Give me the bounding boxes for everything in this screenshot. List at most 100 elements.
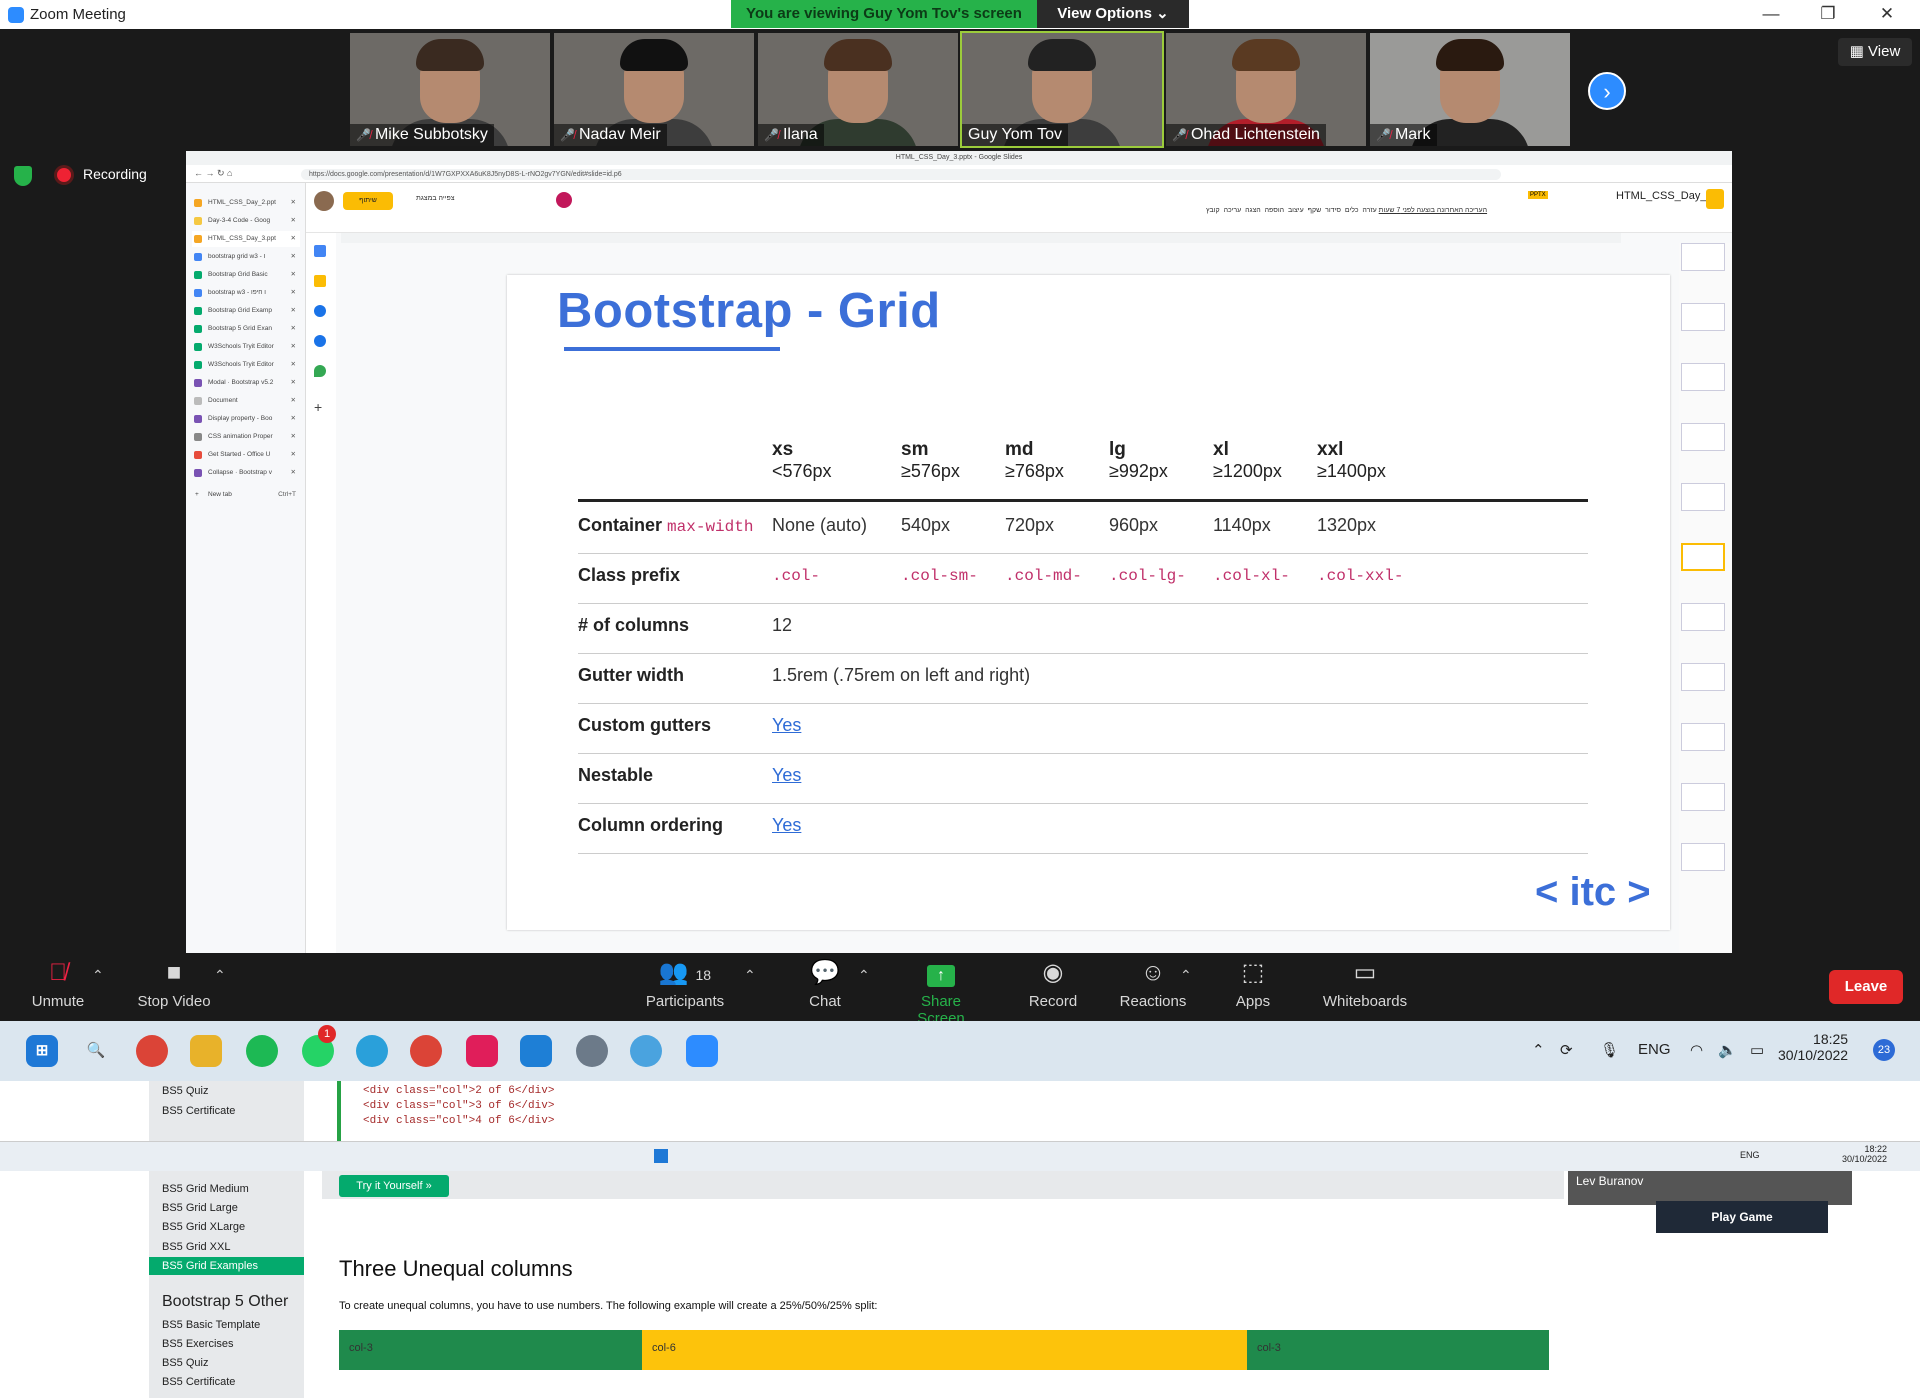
zoom-taskbar-icon[interactable] — [686, 1035, 718, 1067]
contacts-icon[interactable] — [314, 335, 326, 347]
slide-thumbnail[interactable] — [1681, 723, 1725, 751]
vscode-icon[interactable] — [520, 1035, 552, 1067]
reactions-button[interactable]: ☺ Reactions — [1118, 953, 1188, 1010]
browser-tab[interactable]: CSS animation Proper ✕ — [192, 429, 300, 445]
nav-arrows-icon[interactable]: ← → ↻ ⌂ — [194, 168, 232, 179]
browser-tab[interactable]: Collapse · Bootstrap v ✕ — [192, 465, 300, 481]
whiteboards-button[interactable]: ▭ Whiteboards — [1318, 953, 1412, 1010]
nav-link[interactable]: BS5 Grid XLarge — [162, 1221, 245, 1233]
nav-link[interactable]: BS5 Certificate — [162, 1376, 235, 1388]
video-tile[interactable]: 🎤̸ Mark — [1370, 33, 1570, 146]
close-button[interactable]: ✕ — [1872, 4, 1902, 24]
add-addon-icon[interactable]: + — [314, 399, 322, 415]
browser-tab[interactable]: HTML_CSS_Day_2.ppt ✕ — [192, 195, 300, 211]
reactions-chevron-icon[interactable]: ⌃ — [1180, 967, 1192, 984]
chat-button[interactable]: 💬 Chat — [800, 953, 850, 1010]
chrome-icon[interactable] — [136, 1035, 168, 1067]
stop-video-button[interactable]: ■ Stop Video — [134, 953, 214, 1010]
slide-thumbnail-selected[interactable] — [1681, 543, 1725, 571]
url-input[interactable]: https://docs.google.com/presentation/d/1… — [301, 169, 1501, 180]
chrome-profile-icon[interactable] — [410, 1035, 442, 1067]
minimize-button[interactable]: — — [1756, 4, 1786, 24]
slide-thumbnail[interactable] — [1681, 783, 1725, 811]
share-screen-button[interactable]: ↑ Share Screen — [896, 953, 986, 1027]
browser-tab[interactable]: W3Schools Tryit Editor ✕ — [192, 357, 300, 373]
avatar[interactable] — [314, 191, 334, 211]
telegram-icon[interactable] — [356, 1035, 388, 1067]
browser-tab[interactable]: Document ✕ — [192, 393, 300, 409]
volume-icon[interactable]: 🔈 — [1718, 1041, 1737, 1059]
play-game-button[interactable]: Play Game — [1656, 1201, 1828, 1233]
browser-tab-active[interactable]: HTML_CSS_Day_3.ppt ✕ — [192, 231, 300, 247]
microphone-icon[interactable]: 🎙 — [1600, 1041, 1619, 1059]
video-tile[interactable]: 🎤̸ Ohad Lichtenstein — [1166, 33, 1366, 146]
slide-thumbnail[interactable] — [1681, 483, 1725, 511]
slide-thumbnail[interactable] — [1681, 303, 1725, 331]
spotify-icon[interactable] — [246, 1035, 278, 1067]
battery-icon[interactable]: ▭ — [1750, 1041, 1764, 1059]
nav-link-active[interactable]: BS5 Grid Examples — [162, 1260, 258, 1272]
shield-icon[interactable] — [14, 166, 32, 186]
browser-tab[interactable]: bootstrap grid w3 - ו ✕ — [192, 249, 300, 265]
chat-chevron-icon[interactable]: ⌃ — [858, 967, 870, 984]
view-options-button[interactable]: View Options ⌄ — [1037, 0, 1189, 28]
browser-tab[interactable]: Bootstrap Grid Basic ✕ — [192, 267, 300, 283]
slide-thumbnail[interactable] — [1681, 663, 1725, 691]
nav-link[interactable]: BS5 Grid Medium — [162, 1183, 249, 1195]
restore-button[interactable]: ❐ — [1813, 4, 1843, 24]
browser-tab[interactable]: Display property - Boo ✕ — [192, 411, 300, 427]
notifications-badge[interactable]: 23 — [1873, 1039, 1895, 1061]
search-icon[interactable]: 🔍 — [80, 1035, 112, 1067]
nav-link[interactable]: BS5 Exercises — [162, 1338, 234, 1350]
browser-tab[interactable]: bootstrap w3 - ו חיפו ✕ — [192, 285, 300, 301]
share-button[interactable]: שיתוף — [343, 192, 393, 210]
tasks-icon[interactable] — [314, 305, 326, 317]
maps-icon[interactable] — [314, 365, 326, 377]
keep-icon[interactable] — [314, 275, 326, 287]
nav-link[interactable]: BS5 Grid Large — [162, 1202, 238, 1214]
custom-gutters-link[interactable]: Yes — [772, 715, 801, 736]
tray-chevron-icon[interactable]: ⌃ — [1532, 1041, 1545, 1059]
participants-button[interactable]: 👥 18 Participants — [640, 953, 730, 1010]
audio-options-chevron-icon[interactable]: ⌃ — [92, 967, 104, 984]
browser-tab[interactable]: Day-3-4 Code - Goog ✕ — [192, 213, 300, 229]
settings-gear-icon[interactable] — [576, 1035, 608, 1067]
browser-tab[interactable]: Bootstrap Grid Examp ✕ — [192, 303, 300, 319]
try-it-yourself-button[interactable]: Try it Yourself » — [339, 1175, 449, 1197]
nav-link[interactable]: BS5 Quiz — [162, 1085, 208, 1097]
slide-thumbnail[interactable] — [1681, 603, 1725, 631]
browser-tab[interactable]: Get Started - Office U ✕ — [192, 447, 300, 463]
file-explorer-icon[interactable] — [190, 1035, 222, 1067]
record-button[interactable]: ◉ Record — [1026, 953, 1080, 1010]
present-button[interactable]: צפייה במצגת — [416, 195, 455, 202]
nav-link[interactable]: BS5 Grid XXL — [162, 1241, 230, 1253]
slide-thumbnail[interactable] — [1681, 843, 1725, 871]
unmute-button[interactable]: 🎙̸ Unmute — [28, 953, 88, 1010]
language-indicator[interactable]: ENG — [1638, 1041, 1671, 1058]
participants-chevron-icon[interactable]: ⌃ — [744, 967, 756, 984]
slide-thumbnail[interactable] — [1681, 243, 1725, 271]
slide-canvas[interactable]: Bootstrap - Grid xs <576px sm ≥576px md ≥76… — [507, 275, 1670, 930]
video-tile-active-speaker[interactable]: Guy Yom Tov — [960, 31, 1164, 148]
video-tile[interactable]: 🎤̸ Nadav Meir — [554, 33, 754, 146]
globe-app-icon[interactable] — [630, 1035, 662, 1067]
nestable-link[interactable]: Yes — [772, 765, 801, 786]
wifi-icon[interactable]: ◠ — [1690, 1041, 1703, 1059]
video-tile[interactable]: 🎤̸ Mike Subbotsky — [350, 33, 550, 146]
nav-link[interactable]: BS5 Certificate — [162, 1105, 235, 1117]
slide-thumbnail[interactable] — [1681, 423, 1725, 451]
apps-button[interactable]: ⬚ Apps — [1228, 953, 1278, 1010]
video-options-chevron-icon[interactable]: ⌃ — [214, 967, 226, 984]
video-tile[interactable]: 🎤̸ Ilana — [758, 33, 958, 146]
calendar-icon[interactable] — [314, 245, 326, 257]
sync-icon[interactable]: ⟳ — [1560, 1041, 1573, 1059]
nav-link[interactable]: BS5 Basic Template — [162, 1319, 260, 1331]
doc-title[interactable]: HTML_CSS_Day_3 — [1616, 190, 1713, 202]
column-ordering-link[interactable]: Yes — [772, 815, 801, 836]
nav-link[interactable]: BS5 Quiz — [162, 1357, 208, 1369]
browser-tab[interactable]: Modal · Bootstrap v5.2 ✕ — [192, 375, 300, 391]
browser-tab[interactable]: W3Schools Tryit Editor ✕ — [192, 339, 300, 355]
start-icon[interactable]: ⊞ — [26, 1035, 58, 1067]
clock[interactable]: 18:25 30/10/2022 — [1778, 1031, 1848, 1063]
browser-tab[interactable]: Bootstrap 5 Grid Exan ✕ — [192, 321, 300, 337]
